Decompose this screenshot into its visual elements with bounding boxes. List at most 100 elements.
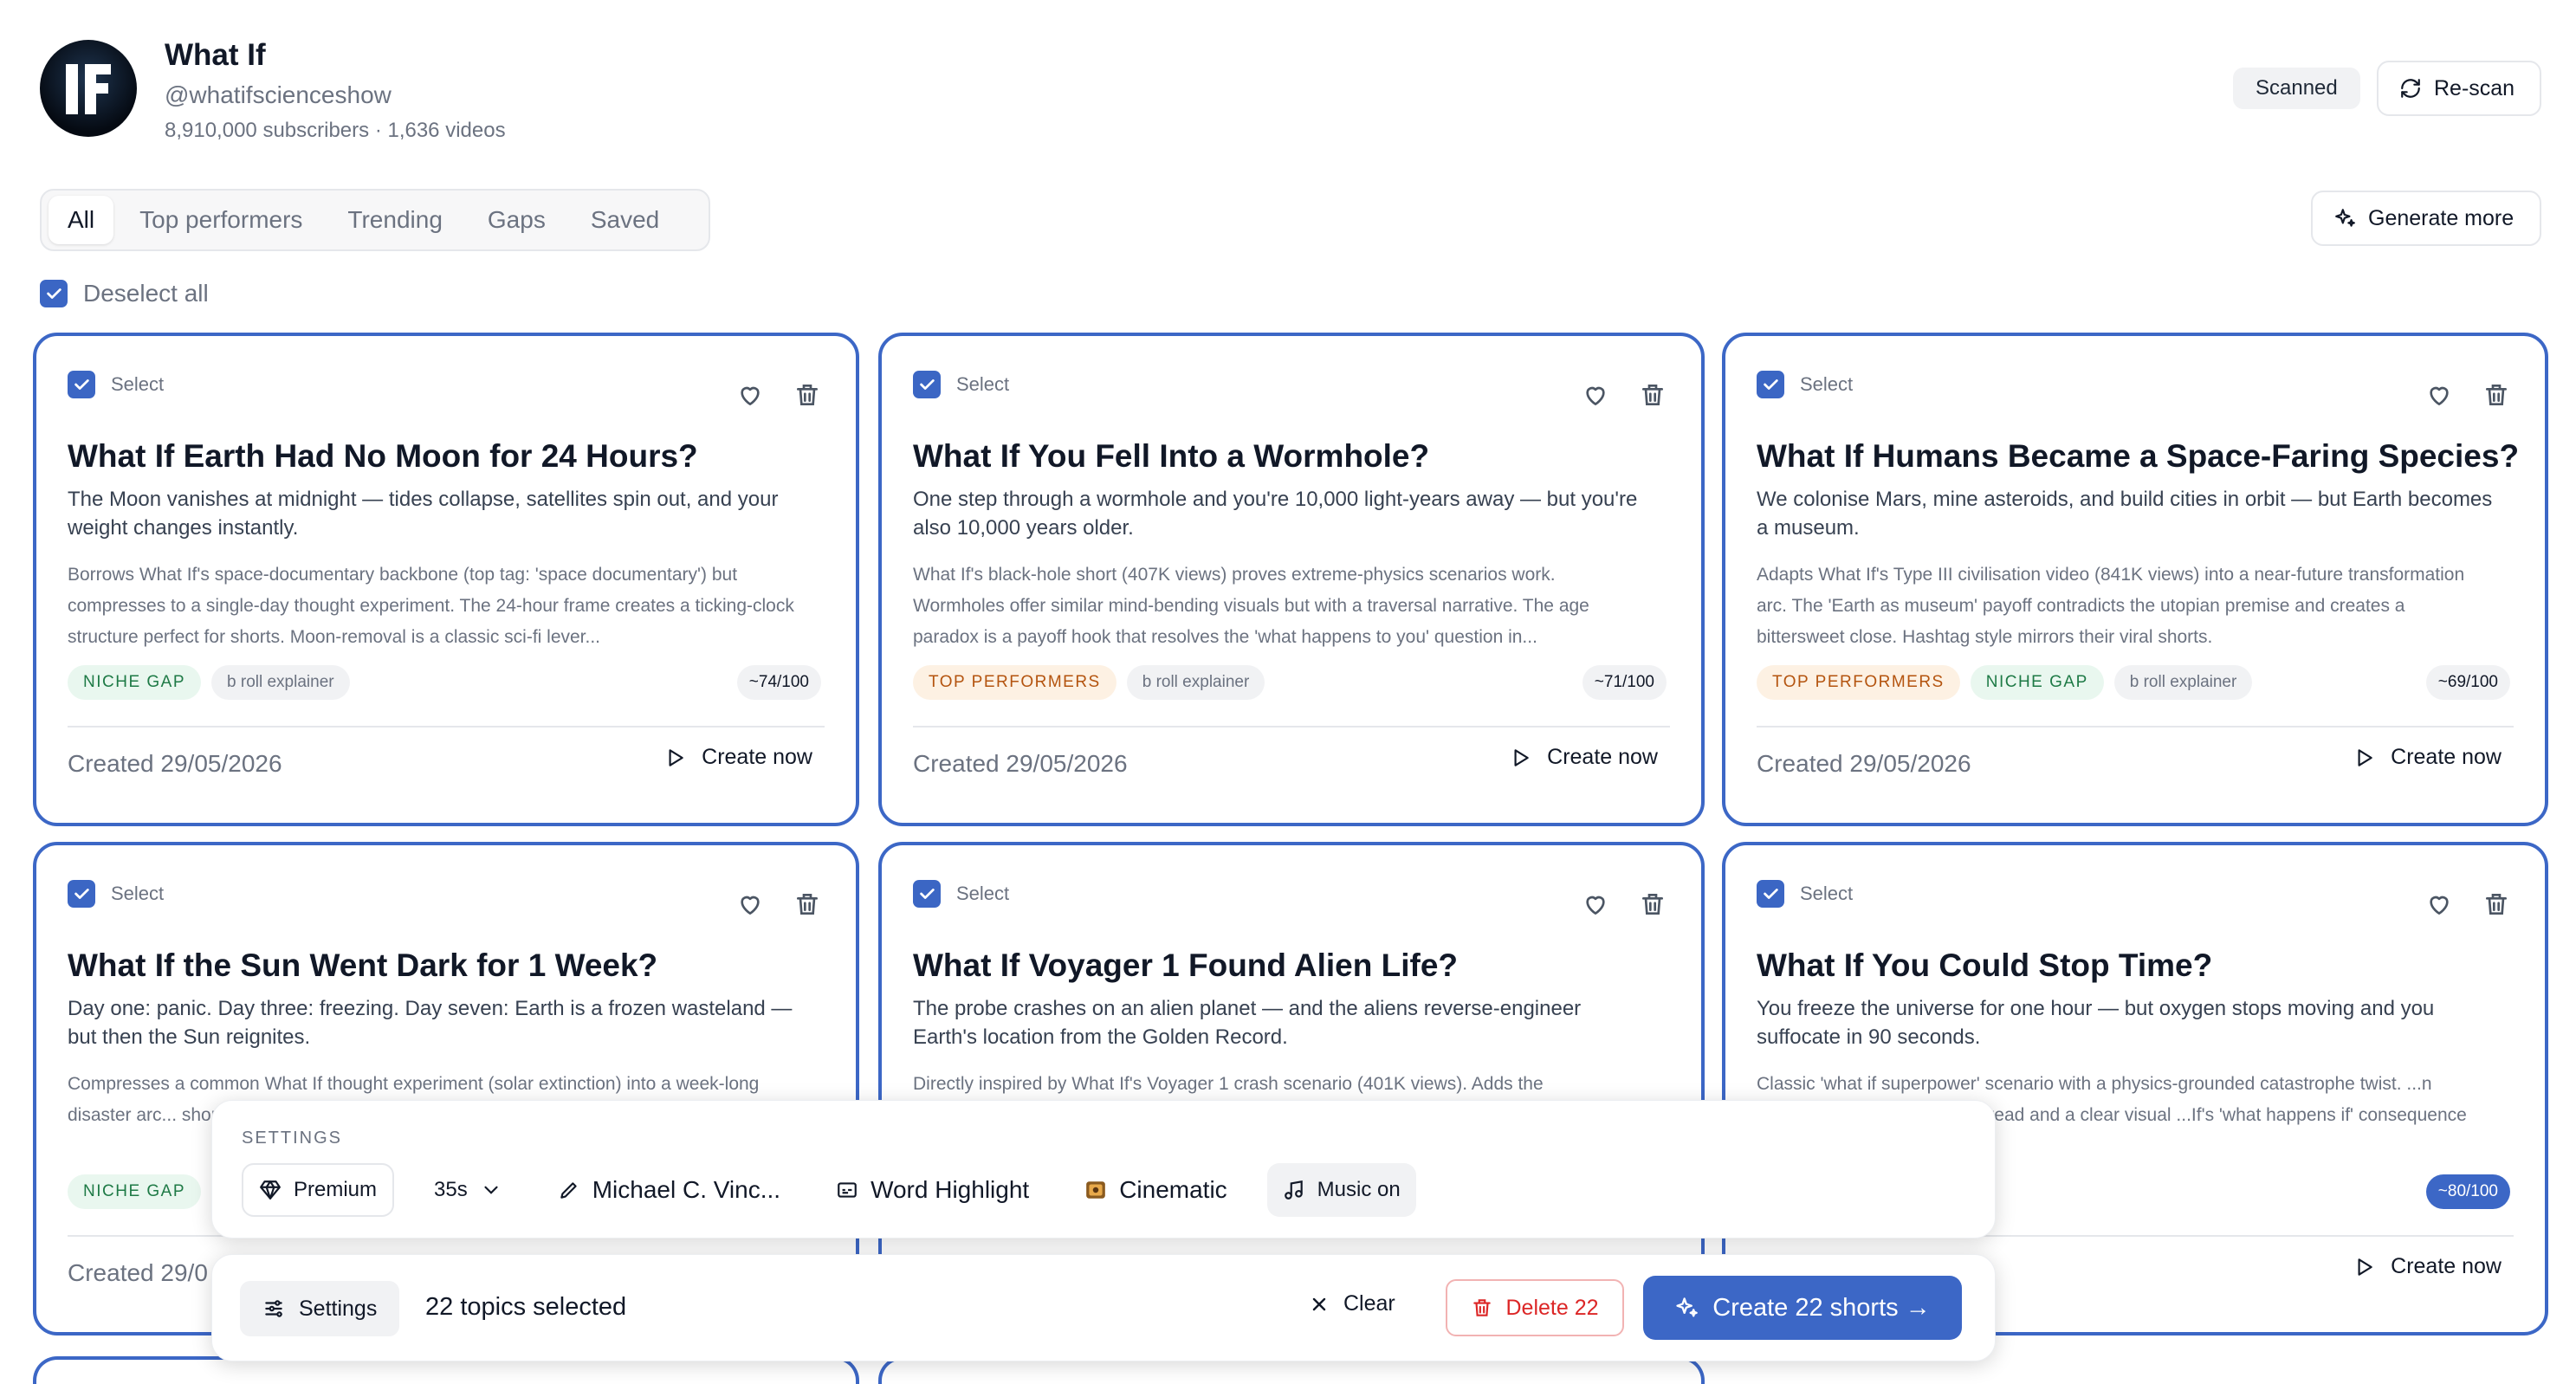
- tag-badge: TOP PERFORMERS: [913, 665, 1116, 700]
- checkbox-checked-icon[interactable]: [1757, 880, 1784, 908]
- tag-badge: b roll explainer: [2113, 665, 2253, 700]
- filter-tabs: All Top performers Trending Gaps Saved: [40, 189, 710, 251]
- scanned-status-badge: Scanned: [2233, 68, 2360, 109]
- cinematic-thumbnail-icon: [1086, 1181, 1106, 1199]
- tab-all[interactable]: All: [49, 196, 114, 244]
- caption-style-selector[interactable]: Word Highlight: [820, 1163, 1045, 1217]
- bulk-action-bar: Settings 22 topics selected Clear Delete…: [211, 1254, 1996, 1361]
- select-checkbox[interactable]: Select: [913, 880, 1009, 908]
- checkbox-checked-icon[interactable]: [40, 280, 68, 307]
- card-actions: [1582, 381, 1667, 409]
- close-icon: [1312, 1297, 1326, 1310]
- gem-icon: [260, 1180, 281, 1200]
- card-hook: You freeze the universe for one hour — b…: [1757, 997, 2435, 1049]
- visual-style-selector[interactable]: Cinematic: [1069, 1163, 1242, 1217]
- channel-name: What If: [165, 38, 266, 72]
- tag-badge: b roll explainer: [211, 665, 350, 700]
- create-now-button[interactable]: Create now: [2353, 745, 2502, 770]
- create-shorts-label: Create 22 shorts →: [1712, 1293, 1931, 1322]
- create-now-button[interactable]: Create now: [663, 745, 812, 770]
- checkbox-checked-icon[interactable]: [1757, 371, 1784, 398]
- heart-icon[interactable]: [736, 890, 764, 918]
- rescan-label: Re-scan: [2434, 75, 2515, 100]
- settings-section-label: SETTINGS: [242, 1129, 343, 1148]
- select-label: Select: [111, 373, 165, 395]
- card-tags: NICHE GAP: [68, 1174, 202, 1209]
- create-now-label: Create now: [2391, 745, 2502, 769]
- card-description: What If's black-hole short (407K views) …: [913, 565, 1589, 647]
- tier-selector[interactable]: Premium: [242, 1163, 395, 1217]
- select-label: Select: [956, 883, 1010, 904]
- generate-more-button[interactable]: Generate more: [2311, 191, 2541, 246]
- card-description: Borrows What If's space-documentary back…: [68, 565, 794, 647]
- generate-more-label: Generate more: [2368, 205, 2515, 230]
- heart-icon[interactable]: [2425, 890, 2453, 918]
- card-divider: [1757, 726, 2514, 728]
- card-description: Adapts What If's Type III civilisation v…: [1757, 565, 2465, 647]
- captions-icon: [838, 1182, 857, 1198]
- caption-style-label: Word Highlight: [871, 1176, 1030, 1203]
- select-checkbox[interactable]: Select: [1757, 880, 1853, 908]
- tag-badge: NICHE GAP: [68, 1174, 202, 1209]
- topic-card[interactable]: Select What If Earth Had No Moon for 24 …: [33, 333, 859, 826]
- tab-trending[interactable]: Trending: [328, 196, 461, 244]
- heart-icon[interactable]: [1582, 381, 1609, 409]
- tab-top-performers[interactable]: Top performers: [120, 196, 321, 244]
- music-note-icon: [1284, 1180, 1303, 1200]
- select-checkbox[interactable]: Select: [68, 880, 164, 908]
- trash-icon[interactable]: [1639, 381, 1667, 409]
- trash-icon: [1473, 1299, 1492, 1316]
- card-actions: [2425, 890, 2510, 918]
- selected-count: 22 topics selected: [425, 1293, 627, 1321]
- card-actions: [736, 381, 821, 409]
- card-divider: [68, 726, 825, 728]
- heart-icon[interactable]: [2425, 381, 2453, 409]
- card-tags: TOP PERFORMERS NICHE GAP b roll explainer: [1757, 665, 2253, 700]
- heart-icon[interactable]: [736, 381, 764, 409]
- checkbox-checked-icon[interactable]: [913, 880, 941, 908]
- channel-logo: [66, 64, 111, 114]
- create-shorts-button[interactable]: Create 22 shorts →: [1643, 1276, 1962, 1340]
- select-label: Select: [1800, 373, 1854, 395]
- card-actions: [736, 890, 821, 918]
- settings-button-label: Settings: [299, 1296, 378, 1321]
- create-now-button[interactable]: Create now: [1509, 745, 1658, 770]
- sliders-icon: [265, 1300, 282, 1317]
- deselect-all-toggle[interactable]: Deselect all: [40, 280, 209, 307]
- checkbox-checked-icon[interactable]: [913, 371, 941, 398]
- created-date: Created 29/0: [68, 1259, 208, 1286]
- created-date: Created 29/05/2026: [68, 750, 282, 777]
- select-checkbox[interactable]: Select: [1757, 371, 1853, 398]
- trash-icon[interactable]: [793, 890, 821, 918]
- trash-icon[interactable]: [1639, 890, 1667, 918]
- clear-button[interactable]: Clear: [1309, 1291, 1395, 1316]
- delete-selected-button[interactable]: Delete 22: [1446, 1279, 1624, 1336]
- card-title: What If Earth Had No Moon for 24 Hours?: [68, 438, 698, 474]
- topic-card[interactable]: Select What If Humans Became a Space-Far…: [1722, 333, 2548, 826]
- checkbox-checked-icon[interactable]: [68, 371, 95, 398]
- card-title: What If the Sun Went Dark for 1 Week?: [68, 947, 658, 983]
- heart-icon[interactable]: [1582, 890, 1609, 918]
- visual-style-label: Cinematic: [1119, 1176, 1227, 1203]
- created-date: Created 29/05/2026: [1757, 750, 1971, 777]
- trash-icon[interactable]: [793, 381, 821, 409]
- trash-icon[interactable]: [2482, 890, 2510, 918]
- tab-saved[interactable]: Saved: [572, 196, 678, 244]
- select-checkbox[interactable]: Select: [68, 371, 164, 398]
- checkbox-checked-icon[interactable]: [68, 880, 95, 908]
- trash-icon[interactable]: [2482, 381, 2510, 409]
- card-hook: The Moon vanishes at midnight — tides co…: [68, 488, 779, 540]
- chevron-down-icon: [484, 1186, 498, 1194]
- card-description: Directly inspired by What If's Voyager 1…: [913, 1074, 1544, 1094]
- topic-card[interactable]: Select What If You Fell Into a Wormhole?…: [878, 333, 1705, 826]
- music-toggle[interactable]: Music on: [1266, 1163, 1416, 1217]
- tag-badge: NICHE GAP: [68, 665, 202, 700]
- tab-gaps[interactable]: Gaps: [469, 196, 565, 244]
- duration-dropdown[interactable]: 35s: [418, 1163, 518, 1217]
- select-checkbox[interactable]: Select: [913, 371, 1009, 398]
- create-now-button[interactable]: Create now: [2353, 1254, 2502, 1279]
- voice-selector[interactable]: Michael C. Vinc...: [542, 1163, 796, 1217]
- tag-badge: NICHE GAP: [1970, 665, 2104, 700]
- settings-button[interactable]: Settings: [240, 1281, 400, 1336]
- rescan-button[interactable]: Re-scan: [2377, 61, 2541, 116]
